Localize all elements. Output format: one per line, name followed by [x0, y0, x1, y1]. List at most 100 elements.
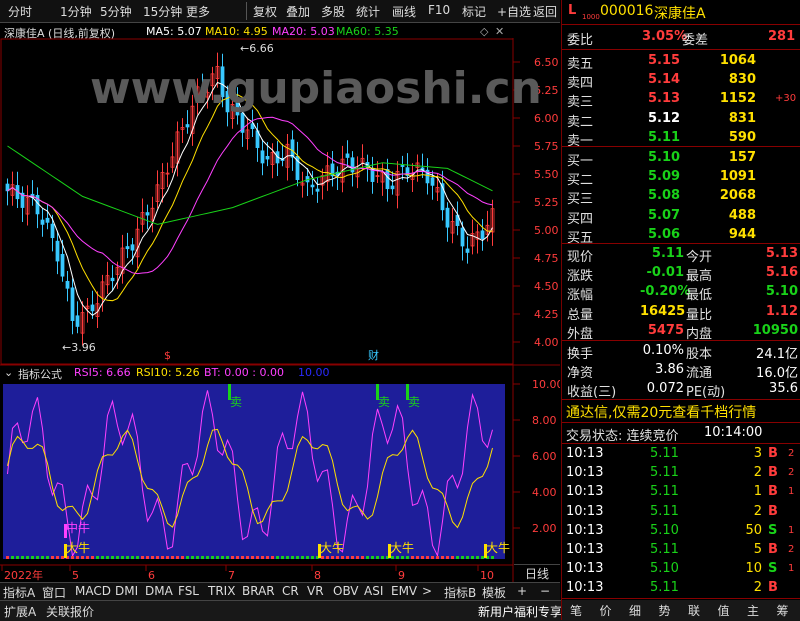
chevron-down-icon[interactable]: ⌄	[4, 366, 13, 379]
tab-trix[interactable]: TRIX	[208, 584, 235, 598]
zoom-in-button[interactable]: +	[517, 584, 527, 598]
signal-strip-cell	[111, 556, 114, 559]
toolbar-item-add-favorite[interactable]: +自选	[497, 3, 531, 20]
toolbar-item-1min[interactable]: 1分钟	[60, 3, 92, 20]
quote-tab[interactable]: 主	[747, 602, 759, 619]
bid-row[interactable]: 买一 5.10 157	[562, 149, 800, 169]
ask-row[interactable]: 卖四 5.14 830	[562, 71, 800, 91]
period-mode[interactable]: 日线	[514, 564, 560, 583]
toolbar-item-15min[interactable]: 15分钟	[143, 3, 182, 20]
signal-strip-cell	[101, 556, 104, 559]
toolbar-item-5min[interactable]: 5分钟	[100, 3, 132, 20]
tab-brar[interactable]: BRAR	[242, 584, 275, 598]
toolbar-item-f10[interactable]: F10	[428, 3, 450, 17]
promo-banner[interactable]: 通达信,仅需20元查看千档行情	[562, 401, 800, 421]
bid-row[interactable]: 买四 5.07 488	[562, 207, 800, 227]
signal-strip-cell	[366, 556, 369, 559]
signal-strip-cell	[196, 556, 199, 559]
toolbar-item-back[interactable]: 返回	[533, 3, 557, 20]
toolbar-item-multi[interactable]: 多股	[321, 3, 345, 20]
status-expand[interactable]: 扩展A	[4, 603, 36, 620]
close-icon[interactable]: ✕	[495, 25, 504, 38]
signal-strip-cell	[481, 556, 484, 559]
tab-obv[interactable]: OBV	[333, 584, 359, 598]
price-tick-label: 5.25	[534, 196, 559, 209]
quote-tab[interactable]: 笔	[570, 602, 582, 619]
event-mark-finance[interactable]: 财	[368, 348, 379, 362]
bid-price: 5.06	[648, 226, 681, 242]
candle-body	[465, 248, 470, 253]
ask-row[interactable]: 卖一 5.11 590	[562, 129, 800, 149]
toolbar-item-stats[interactable]: 统计	[356, 3, 380, 20]
quote-tab[interactable]: 势	[659, 602, 671, 619]
tab-dmi[interactable]: DMI	[115, 584, 138, 598]
toolbar-item-fuquan[interactable]: 复权	[253, 3, 277, 20]
candle-body	[45, 217, 50, 223]
tab-fsl[interactable]: FSL	[178, 584, 199, 598]
bid-volume: 488	[728, 207, 756, 223]
bid-row[interactable]: 买五 5.06 944	[562, 226, 800, 246]
diamond-icon[interactable]: ◇	[480, 25, 488, 38]
quote-tab[interactable]: 筹	[777, 602, 789, 619]
zoom-out-button[interactable]: −	[540, 584, 550, 598]
status-related-quote[interactable]: 关联报价	[46, 603, 94, 620]
weibi-value: 3.05%	[642, 29, 688, 44]
ask-volume: 1064	[719, 53, 756, 68]
signal-strip-cell	[46, 556, 49, 559]
stat-row: 涨幅 -0.20% 最低 5.10	[567, 284, 798, 304]
tab-window[interactable]: 窗口	[42, 584, 66, 601]
tab-indicator-a[interactable]: 指标A	[3, 584, 35, 601]
ask-volume: 831	[728, 110, 756, 126]
indicator-title[interactable]: 指标公式	[18, 366, 62, 382]
indicator-tick-label: 10.00	[532, 378, 560, 391]
quote-tab[interactable]: 细	[629, 602, 641, 619]
bid-price: 5.08	[648, 188, 681, 204]
candle-body	[55, 240, 60, 262]
quote-panel: L 1000 000016 深康佳A 委比 3.05% 委差 281 卖五 5.…	[561, 0, 800, 620]
quote-tab[interactable]: 联	[688, 602, 700, 619]
tab-template[interactable]: 模板	[482, 584, 506, 601]
quote-tab[interactable]: 价	[600, 602, 612, 619]
tab-indicator-b[interactable]: 指标B	[444, 584, 476, 601]
tab-cr[interactable]: CR	[282, 584, 299, 598]
tab-emv[interactable]: EMV	[391, 584, 417, 598]
toolbar-item-mark[interactable]: 标记	[462, 3, 486, 20]
bid-volume: 944	[728, 226, 756, 242]
toolbar-item-draw[interactable]: 画线	[392, 3, 416, 20]
bid-row[interactable]: 买三 5.08 2068	[562, 187, 800, 207]
x-tick-label: 7	[228, 569, 235, 582]
tab-vr[interactable]: VR	[307, 584, 324, 598]
tick-row: 10:13 5.10 10 S 1	[566, 561, 795, 577]
ask-price: 5.15	[648, 53, 681, 68]
toolbar-item-overlay[interactable]: 叠加	[286, 3, 310, 20]
signal-strip-cell	[276, 556, 279, 559]
promo-link[interactable]: 新用户福利专享	[478, 603, 562, 620]
signal-strip-cell	[91, 556, 94, 559]
signal-strip-cell	[451, 556, 454, 559]
ask-price: 5.12	[648, 110, 681, 126]
signal-strip-cell	[396, 556, 399, 559]
toolbar-item-more[interactable]: 更多	[186, 3, 210, 20]
signal-strip-cell	[346, 556, 349, 559]
signal-strip-cell	[186, 556, 189, 559]
quote-header: L 1000 000016 深康佳A	[562, 2, 800, 22]
signal-strip-cell	[491, 556, 494, 559]
candle-body	[40, 219, 45, 225]
signal-strip-cell	[131, 556, 134, 559]
ask-row[interactable]: 卖二 5.12 831	[562, 110, 800, 130]
quote-tab[interactable]: 值	[718, 602, 730, 619]
bid-row[interactable]: 买二 5.09 1091	[562, 168, 800, 188]
candle-body	[50, 223, 55, 239]
sell-signal-label: 卖	[230, 395, 242, 409]
toolbar-item-timeshare[interactable]: 分时	[8, 3, 32, 20]
signal-strip-cell	[106, 556, 109, 559]
kline-chart[interactable]: 6.506.256.005.755.505.255.004.754.504.25…	[0, 38, 560, 583]
buy-signal-label: 中牛	[66, 520, 90, 535]
tab-more-arrow[interactable]: >	[422, 584, 432, 598]
event-mark-dividend[interactable]: $	[164, 349, 171, 362]
tab-asi[interactable]: ASI	[364, 584, 383, 598]
ask-row[interactable]: 卖三 5.13 1152 +30	[562, 90, 800, 110]
ask-row[interactable]: 卖五 5.15 1064	[562, 52, 800, 72]
tab-macd[interactable]: MACD	[75, 584, 111, 598]
tab-dma[interactable]: DMA	[145, 584, 173, 598]
